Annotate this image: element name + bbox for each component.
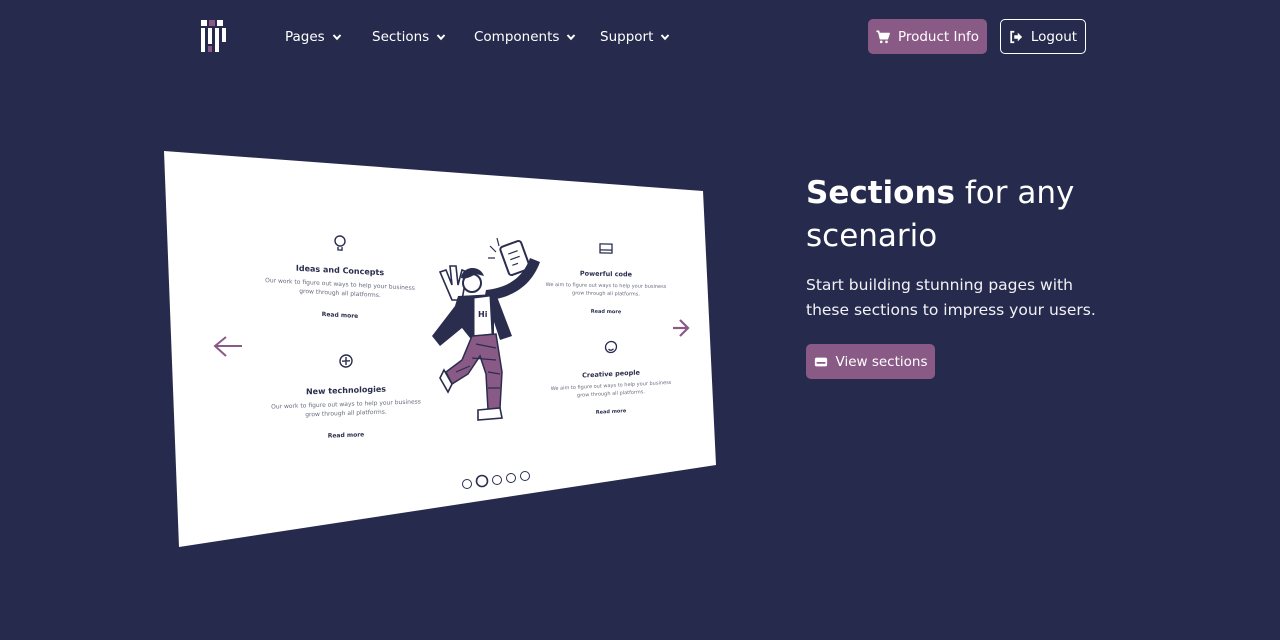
view-sections-label: View sections	[835, 353, 928, 370]
nav-components[interactable]: Components	[474, 27, 576, 47]
shopping-cart-icon	[876, 30, 890, 43]
feature-tech-text: Our work to figure out ways to help your…	[271, 398, 421, 410]
nav-support-label: Support	[600, 29, 654, 45]
feature-code-title: Powerful code	[580, 270, 633, 279]
logout-button[interactable]: Logout	[1000, 19, 1086, 54]
feature-ideas-link: Read more	[322, 311, 359, 320]
chevron-down-icon	[661, 34, 670, 41]
chevron-down-icon	[332, 34, 341, 41]
feature-ideas-text: Our work to figure out ways to help your…	[265, 277, 415, 292]
product-info-button[interactable]: Product Info	[868, 19, 987, 54]
chevron-down-icon	[567, 34, 576, 41]
nav-components-label: Components	[474, 29, 560, 45]
feature-tech-text-2: grow through all platforms.	[305, 409, 387, 419]
carousel-prev-arrow-icon	[213, 336, 242, 357]
section-card-icon	[814, 357, 827, 366]
feature-creative-title: Creative people	[582, 368, 640, 379]
feature-code-text-2: grow through all platforms.	[572, 290, 640, 297]
carousel-dot	[462, 479, 472, 489]
chevron-down-icon	[436, 34, 446, 41]
feature-tech-link: Read more	[328, 431, 365, 439]
feature-creative-text-2: grow through all platforms.	[577, 389, 645, 399]
nav-sections-label: Sections	[372, 29, 430, 45]
feature-creative-link: Read more	[596, 408, 627, 416]
nav-pages-label: Pages	[285, 29, 325, 45]
feature-ideas-title: Ideas and Concepts	[296, 264, 384, 278]
nav-support[interactable]: Support	[600, 27, 670, 47]
feature-code-text: We aim to figure out ways to help your b…	[546, 282, 667, 290]
lightbulb-icon	[334, 235, 346, 251]
shirt-text: Hi	[478, 310, 488, 319]
product-info-label: Product Info	[897, 28, 980, 45]
tech-icon	[339, 354, 353, 368]
nav-sections[interactable]: Sections	[372, 27, 446, 47]
view-sections-button[interactable]: View sections	[806, 344, 935, 379]
smile-icon	[604, 340, 618, 354]
feature-ideas-text-2: grow through all platforms.	[299, 288, 381, 299]
hero-title-bold: Sections	[806, 175, 955, 211]
person-illustration: Hi	[432, 237, 540, 421]
carousel-dot	[492, 475, 502, 485]
mockup-panel	[164, 151, 716, 547]
sign-out-icon	[1010, 30, 1022, 43]
code-icon	[599, 243, 613, 254]
phone-icon	[499, 239, 531, 277]
carousel-dots	[462, 471, 530, 489]
hero-title: Sections for any scenario	[806, 172, 1126, 258]
carousel-next-arrow-icon	[673, 319, 690, 337]
carousel-dot	[520, 471, 530, 481]
carousel-dot-active	[475, 474, 489, 488]
hero-subtitle: Start building stunning pages with these…	[806, 276, 1096, 319]
feature-creative-text: We aim to figure out ways to help your b…	[551, 380, 672, 392]
feature-tech-title: New technologies	[306, 385, 386, 397]
brand-logo[interactable]	[199, 19, 229, 55]
nav-pages[interactable]: Pages	[285, 27, 342, 47]
feature-code-link: Read more	[591, 309, 622, 316]
logout-label: Logout	[1030, 28, 1078, 45]
carousel-dot	[506, 473, 516, 483]
